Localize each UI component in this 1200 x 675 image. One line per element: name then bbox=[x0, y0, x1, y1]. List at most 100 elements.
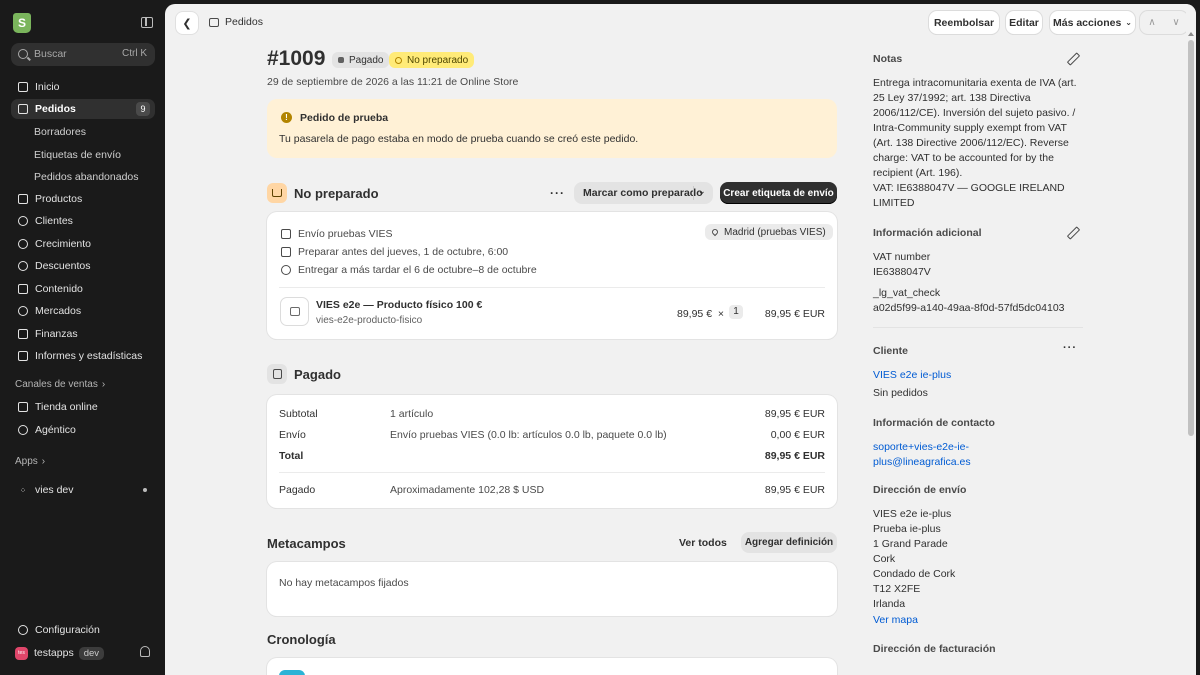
edit-button[interactable]: Editar bbox=[1006, 11, 1042, 34]
back-button[interactable]: ❮ bbox=[176, 12, 198, 34]
view-map-link[interactable]: Ver mapa bbox=[873, 613, 918, 628]
shopify-logo-icon[interactable]: S bbox=[13, 13, 31, 33]
sidebar-item-pedidos[interactable]: Pedidos 9 bbox=[11, 99, 155, 119]
create-label-button[interactable]: Crear etiqueta de envío bbox=[720, 182, 837, 204]
product-name[interactable]: VIES e2e — Producto físico 100 € bbox=[316, 299, 482, 311]
search-icon bbox=[18, 49, 28, 59]
product-quantity: 1 bbox=[729, 305, 743, 319]
order-number: #1009 bbox=[267, 47, 326, 70]
view-all-button[interactable]: Ver todos bbox=[679, 533, 727, 553]
banner-title: Pedido de prueba bbox=[300, 112, 389, 124]
prepare-by: Preparar antes del jueves, 1 de octubre,… bbox=[298, 246, 509, 258]
customer-options-icon[interactable]: ··· bbox=[1063, 342, 1077, 354]
product-total: 89,95 € EUR bbox=[764, 308, 825, 320]
vat-check-value: a02d5f99-a140-49aa-8f0d-57fd5dc04103 bbox=[873, 302, 1065, 314]
sales-channels-label: Canales de ventas bbox=[15, 379, 98, 390]
scrollbar-thumb[interactable] bbox=[1188, 40, 1194, 436]
notes-line: Entrega intracomunitaria exenta de IVA (… bbox=[873, 77, 1077, 89]
product-thumbnail[interactable] bbox=[280, 297, 309, 326]
next-order-icon[interactable]: ∨ bbox=[1164, 11, 1188, 34]
content-icon bbox=[16, 282, 30, 296]
row-detail: 1 artículo bbox=[390, 408, 434, 420]
unit-price: 89,95 € bbox=[677, 308, 713, 320]
sidebar-item-informes[interactable]: Informes y estadísticas bbox=[11, 346, 155, 366]
sidebar-item-label: Clientes bbox=[35, 215, 73, 227]
search-input[interactable]: Buscar Ctrl K bbox=[11, 43, 155, 66]
divider bbox=[279, 287, 825, 288]
sidebar-item-finanzas[interactable]: Finanzas bbox=[11, 324, 155, 344]
status-ring-icon bbox=[395, 56, 402, 64]
divider bbox=[279, 472, 825, 473]
alert-icon: ! bbox=[281, 112, 292, 123]
notes-line: LIMITED bbox=[873, 197, 915, 209]
notes-line: 2006/112/CE). Inversión del sujeto pasiv… bbox=[873, 107, 1076, 119]
orders-count-badge: 9 bbox=[136, 102, 150, 116]
edit-notes-icon[interactable] bbox=[1067, 53, 1078, 64]
sidebar-item-tienda-online[interactable]: Tienda online bbox=[11, 397, 155, 417]
product-unit-price: 89,95 € × bbox=[677, 308, 724, 320]
sidebar-item-vies-dev[interactable]: ⁘ vies dev bbox=[11, 480, 155, 500]
times-sign: × bbox=[717, 308, 725, 320]
image-icon bbox=[289, 307, 300, 316]
deliver-by-row: Entregar a más tardar el 6 de octubre–8 … bbox=[281, 264, 537, 276]
scrollbar[interactable] bbox=[1186, 4, 1196, 675]
row-detail: Aproximadamente 102,28 $ USD bbox=[390, 484, 545, 496]
sales-channels-title[interactable]: Canales de ventas › bbox=[15, 379, 105, 390]
bell-icon[interactable] bbox=[140, 646, 150, 657]
apps-title[interactable]: Apps › bbox=[15, 456, 45, 467]
row-detail: Envío pruebas VIES (0.0 lb: artículos 0.… bbox=[390, 429, 667, 441]
scroll-up-icon[interactable] bbox=[1188, 32, 1194, 36]
discount-icon bbox=[16, 259, 30, 273]
payment-title: Pagado bbox=[294, 366, 341, 382]
location-badge[interactable]: Madrid (pruebas VIES) bbox=[705, 224, 833, 240]
arrow-left-icon: ❮ bbox=[182, 17, 192, 30]
main-panel: ❮ Pedidos Reembolsar Editar Más acciones… bbox=[165, 4, 1196, 675]
prepare-by-row: Preparar antes del jueves, 1 de octubre,… bbox=[281, 246, 508, 258]
additional-info-title: Información adicional bbox=[873, 227, 982, 239]
sidebar-subitem-borradores[interactable]: Borradores bbox=[34, 126, 86, 138]
more-options-icon[interactable]: ··· bbox=[550, 186, 565, 200]
sidebar-item-configuracion[interactable]: Configuración bbox=[11, 620, 155, 640]
mark-fulfilled-button[interactable]: Marcar como preparado ⌄ bbox=[574, 182, 713, 204]
metafields-title: Metacampos bbox=[267, 536, 346, 551]
sidebar-item-clientes[interactable]: Clientes bbox=[11, 211, 155, 231]
add-definition-button[interactable]: Agregar definición bbox=[741, 532, 837, 553]
fulfillment-card: Envío pruebas VIES Preparar antes del ju… bbox=[267, 212, 837, 339]
sidebar-item-crecimiento[interactable]: Crecimiento bbox=[11, 234, 155, 254]
sidebar-item-productos[interactable]: Productos bbox=[11, 189, 155, 209]
edit-additional-icon[interactable] bbox=[1067, 227, 1078, 238]
inbox-icon bbox=[281, 247, 291, 257]
more-actions-button[interactable]: Más acciones ⌄ bbox=[1050, 11, 1135, 34]
sidebar-item-label: Pedidos bbox=[35, 103, 76, 115]
sidebar-item-mercados[interactable]: Mercados bbox=[11, 301, 155, 321]
chart-icon bbox=[16, 349, 30, 363]
notes-text: Entrega intracomunitaria exenta de IVA (… bbox=[873, 76, 1077, 211]
sidebar-subitem-abandonados[interactable]: Pedidos abandonados bbox=[34, 171, 139, 183]
sidebar-item-descuentos[interactable]: Descuentos bbox=[11, 256, 155, 276]
refund-button[interactable]: Reembolsar bbox=[929, 11, 999, 34]
sidebar-item-inicio[interactable]: Inicio bbox=[11, 77, 155, 97]
address-line: Condado de Cork bbox=[873, 568, 956, 580]
breadcrumb[interactable]: Pedidos bbox=[209, 16, 263, 28]
sidebar-subitem-etiquetas[interactable]: Etiquetas de envío bbox=[34, 149, 121, 161]
location-label: Madrid (pruebas VIES) bbox=[724, 226, 826, 238]
payment-status-badge: Pagado bbox=[332, 52, 390, 68]
sidebar-item-contenido[interactable]: Contenido bbox=[11, 279, 155, 299]
sidebar-item-label: Descuentos bbox=[35, 260, 91, 272]
sidebar-item-agentico[interactable]: Agéntico bbox=[11, 420, 155, 440]
more-actions-label: Más acciones bbox=[1053, 16, 1122, 29]
sidebar-header: S bbox=[0, 0, 165, 40]
chevron-down-icon[interactable]: ⌄ bbox=[698, 186, 706, 197]
sidebar-toggle-icon[interactable] bbox=[141, 17, 153, 28]
row-label: Envío bbox=[279, 429, 306, 441]
shipping-address: VIES e2e ie-plus Prueba ie-plus 1 Grand … bbox=[873, 507, 955, 612]
row-amount: 89,95 € EUR bbox=[764, 484, 825, 496]
notes-line: 25 Ley 37/1992; art. 138 Directiva bbox=[873, 92, 1031, 104]
previous-order-icon[interactable]: ∧ bbox=[1140, 11, 1164, 34]
contact-email-link[interactable]: soporte+vies-e2e-ie- plus@lineagrafica.e… bbox=[873, 440, 971, 470]
row-label: Subtotal bbox=[279, 408, 318, 420]
shipping-method: Envío pruebas VIES bbox=[298, 228, 393, 240]
user-menu[interactable]: tes testapps dev bbox=[15, 645, 155, 661]
customer-name-link[interactable]: VIES e2e ie-plus bbox=[873, 368, 951, 383]
banner-text: Tu pasarela de pago estaba en modo de pr… bbox=[279, 133, 639, 145]
